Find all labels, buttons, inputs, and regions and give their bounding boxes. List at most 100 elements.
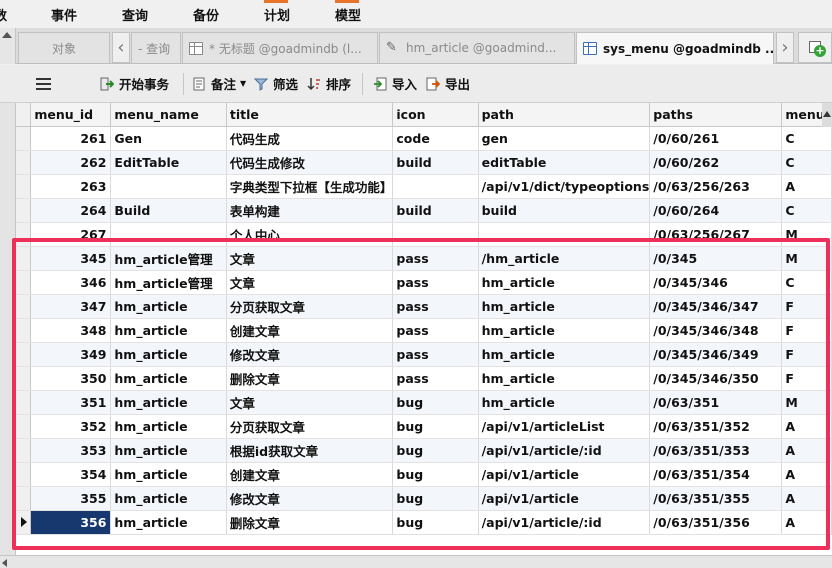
table-cell-path[interactable]: hm_article (478, 390, 651, 415)
table-cell-icon[interactable]: pass (392, 318, 479, 343)
table-cell-paths[interactable]: /0/63/351/356 (649, 510, 783, 535)
table-row[interactable]: 348 hm_article 创建文章 pass hm_article/0/345/34… (16, 318, 832, 343)
table-cell-path[interactable]: /api/v1/articleList (478, 414, 651, 439)
table-cell-menu[interactable]: C (781, 126, 832, 151)
table-cell-path[interactable]: hm_article (478, 318, 651, 343)
table-row[interactable]: 355 hm_article 修改文章 bug/api/v1/article/0/63… (16, 486, 832, 511)
table-cell-title[interactable]: 字典类型下拉框【生成功能】 (226, 174, 394, 199)
tab-scroll-left-button[interactable]: ‹ (112, 32, 130, 63)
row-selector[interactable] (16, 510, 32, 535)
row-selector[interactable] (16, 150, 32, 175)
table-cell-menu-id[interactable]: 349 (30, 342, 112, 367)
table-cell-menu-id[interactable]: 354 (30, 462, 112, 487)
table-cell-title[interactable]: 代码生成修改 (226, 150, 394, 175)
column-header[interactable]: title (226, 103, 394, 127)
row-selector[interactable] (16, 486, 32, 511)
table-cell-paths[interactable]: /0/63/256/263 (649, 174, 783, 199)
table-cell-icon[interactable] (392, 174, 479, 199)
menu-item-backup[interactable]: 备份 (193, 5, 219, 24)
table-cell-menu-name[interactable]: hm_article (110, 510, 227, 535)
row-selector[interactable] (16, 390, 32, 415)
table-cell-title[interactable]: 文章 (226, 270, 394, 295)
table-cell-menu[interactable]: A (781, 510, 832, 535)
table-cell-path[interactable]: hm_article (478, 294, 651, 319)
column-header[interactable]: icon (392, 103, 479, 127)
table-cell-path[interactable] (478, 222, 651, 247)
table-cell-menu[interactable]: A (781, 414, 832, 439)
table-cell-menu-id[interactable]: 263 (30, 174, 112, 199)
table-row[interactable]: 356 hm_article 删除文章 bug/api/v1/article/:id /… (16, 510, 832, 535)
table-cell-paths[interactable]: /0/63/351 (649, 390, 783, 415)
table-cell-menu[interactable]: A (781, 438, 832, 463)
column-header[interactable]: menu_id (30, 103, 112, 127)
sort-button[interactable]: 排序 (307, 74, 351, 93)
table-row[interactable]: 353 hm_article 根据id获取文章 bug/api/v1/article/… (16, 438, 832, 463)
table-cell-title[interactable]: 文章 (226, 390, 394, 415)
table-cell-menu[interactable]: F (781, 342, 832, 367)
row-selector[interactable] (16, 246, 32, 271)
table-cell-icon[interactable]: pass (392, 366, 479, 391)
menu-item-schedule[interactable]: 计划 (264, 5, 290, 24)
table-cell-icon[interactable]: code (392, 126, 479, 151)
table-cell-menu-name[interactable]: hm_article (110, 318, 227, 343)
table-cell-title[interactable]: 分页获取文章 (226, 414, 394, 439)
memo-button[interactable]: 备注 ▼ (192, 74, 246, 93)
table-cell-menu-name[interactable]: hm_article (110, 390, 227, 415)
tab-untitled[interactable]: * 无标题 @goadmindb (l... (182, 32, 378, 63)
table-cell-menu[interactable]: M (781, 222, 832, 247)
row-selector[interactable] (16, 222, 32, 247)
table-cell-path[interactable]: hm_article (478, 270, 651, 295)
table-cell-menu-name[interactable]: hm_article (110, 462, 227, 487)
table-cell-icon[interactable]: bug (392, 462, 479, 487)
row-selector[interactable] (16, 366, 32, 391)
table-cell-menu-name[interactable]: hm_article (110, 342, 227, 367)
table-row[interactable]: 263 字典类型下拉框【生成功能】 /api/v1/dict/typeoptions… (16, 174, 832, 199)
table-row[interactable]: 347 hm_article 分页获取文章 pass hm_article/0/345/… (16, 294, 832, 319)
table-row[interactable]: 346 hm_article管理 文章 pass hm_article/0/345/34… (16, 270, 832, 295)
table-cell-menu[interactable]: C (781, 198, 832, 223)
table-row[interactable]: 350 hm_article 删除文章 pass hm_article/0/345/34… (16, 366, 832, 391)
table-cell-icon[interactable]: bug (392, 510, 479, 535)
table-cell-menu-id[interactable]: 345 (30, 246, 112, 271)
menu-item-0[interactable]: 数 (0, 5, 7, 24)
table-cell-paths[interactable]: /0/345/346/349 (649, 342, 783, 367)
table-cell-menu[interactable]: A (781, 462, 832, 487)
filter-button[interactable]: 筛选 (253, 74, 298, 93)
table-row[interactable]: 354 hm_article 创建文章 bug/api/v1/article/0/63… (16, 462, 832, 487)
table-cell-menu-id[interactable]: 267 (30, 222, 112, 247)
table-cell-icon[interactable]: bug (392, 414, 479, 439)
table-cell-menu[interactable]: M (781, 246, 832, 271)
table-cell-paths[interactable]: /0/345/346/347 (649, 294, 783, 319)
row-selector[interactable] (16, 198, 32, 223)
table-cell-menu-id[interactable]: 350 (30, 366, 112, 391)
table-cell-icon[interactable]: pass (392, 294, 479, 319)
table-cell-menu-name[interactable] (110, 222, 227, 247)
table-cell-path[interactable]: /api/v1/article (478, 462, 651, 487)
tab-query[interactable]: - 查询 (131, 32, 181, 63)
table-cell-icon[interactable]: pass (392, 342, 479, 367)
table-cell-title[interactable]: 文章 (226, 246, 394, 271)
table-cell-menu-id[interactable]: 262 (30, 150, 112, 175)
table-cell-menu-id[interactable]: 346 (30, 270, 112, 295)
table-cell-paths[interactable]: /0/63/351/352 (649, 414, 783, 439)
table-cell-menu-id[interactable]: 353 (30, 438, 112, 463)
table-cell-menu-name[interactable]: hm_article (110, 366, 227, 391)
table-cell-paths[interactable]: /0/63/256/267 (649, 222, 783, 247)
table-cell-title[interactable]: 创建文章 (226, 462, 394, 487)
table-row[interactable]: 264 Build 表单构建 build build/0/60/264 C (16, 198, 832, 223)
table-cell-menu-name[interactable]: hm_article (110, 294, 227, 319)
table-cell-menu[interactable]: A (781, 174, 832, 199)
table-cell-path[interactable]: /api/v1/article (478, 486, 651, 511)
table-cell-menu-name[interactable]: Gen (110, 126, 227, 151)
table-cell-menu-name[interactable]: hm_article (110, 438, 227, 463)
menu-item-model[interactable]: 模型 (335, 5, 361, 24)
table-cell-menu[interactable]: F (781, 318, 832, 343)
menu-item-event[interactable]: 事件 (51, 5, 77, 24)
table-cell-icon[interactable] (392, 222, 479, 247)
table-cell-menu[interactable]: F (781, 294, 832, 319)
table-cell-path[interactable]: /api/v1/article/:id (478, 510, 651, 535)
table-cell-menu-name[interactable]: Build (110, 198, 227, 223)
row-selector[interactable] (16, 462, 32, 487)
row-selector[interactable] (16, 174, 32, 199)
table-cell-path[interactable]: /api/v1/article/:id (478, 438, 651, 463)
